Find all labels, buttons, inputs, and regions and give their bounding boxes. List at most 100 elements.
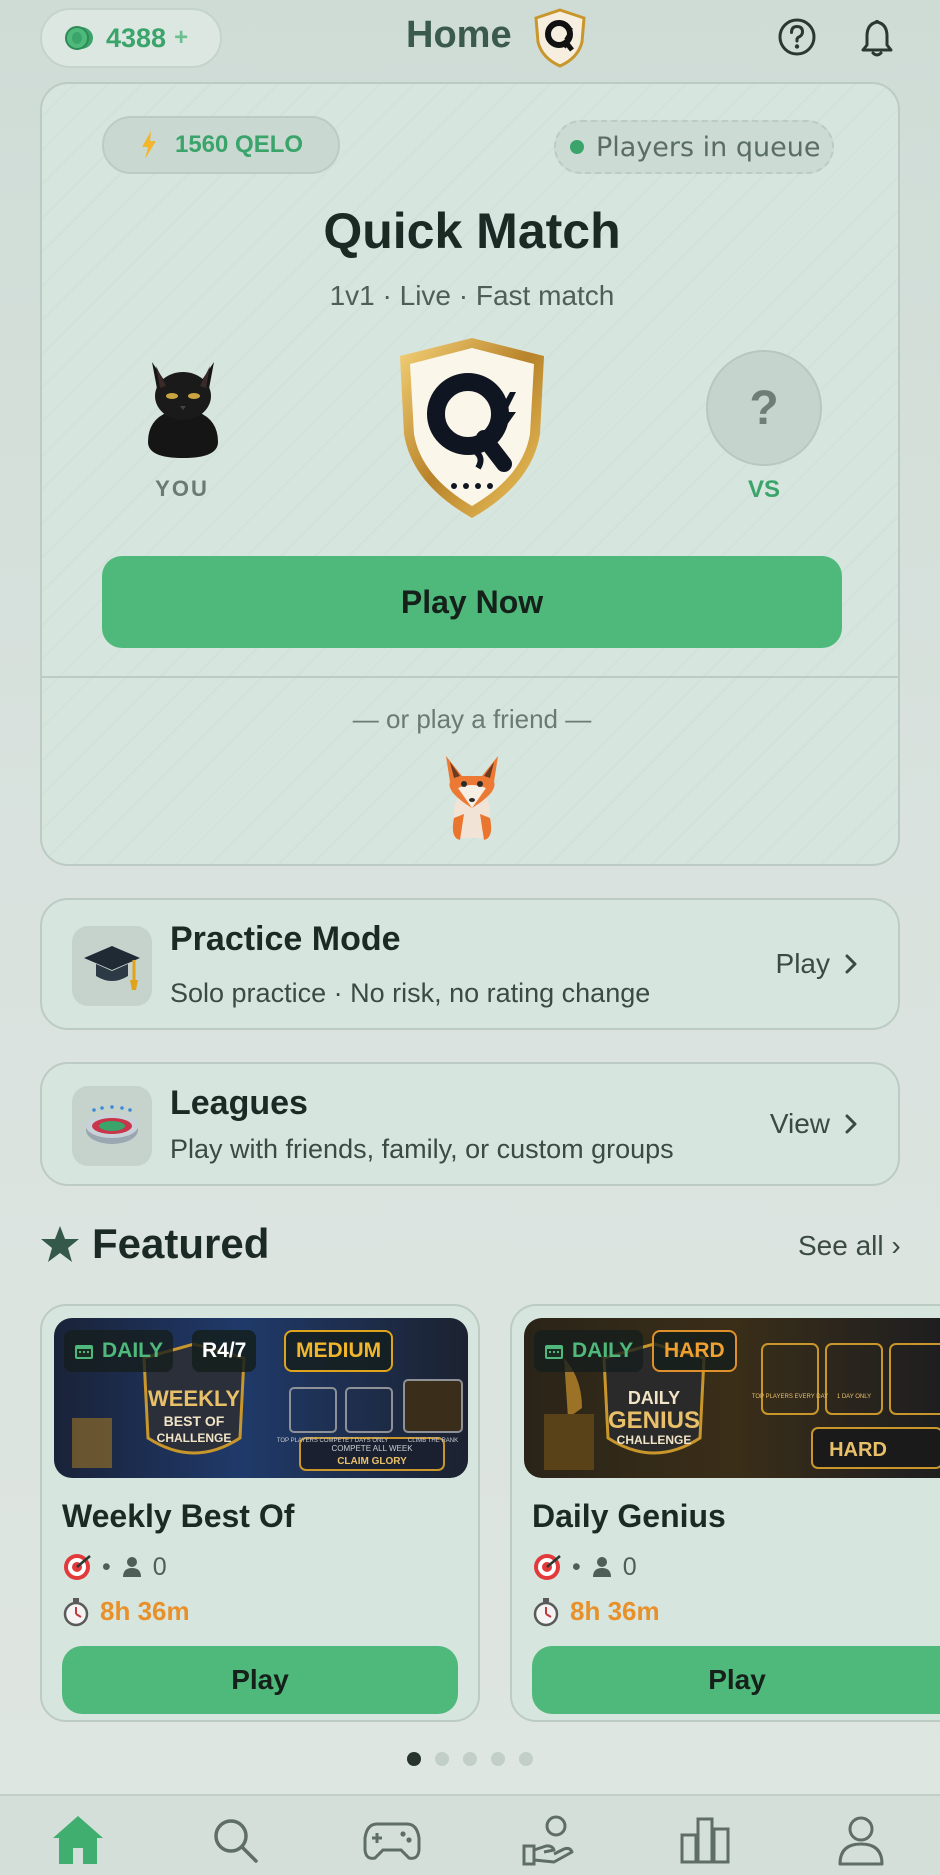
opponent-placeholder: ?: [706, 350, 822, 466]
player-avatar-cat[interactable]: [138, 350, 228, 460]
carousel-dot[interactable]: [435, 1752, 449, 1766]
coin-count: 4388: [106, 22, 167, 53]
practice-action-label: Play: [775, 948, 830, 979]
timer-value: 8h 36m: [100, 1596, 190, 1626]
target-icon: [534, 1554, 561, 1580]
queue-status-text: Players in queue: [596, 131, 821, 163]
daily-tag-label: DAILY: [572, 1339, 634, 1362]
practice-play-link[interactable]: Play: [776, 948, 858, 980]
bell-icon[interactable]: [856, 16, 898, 58]
coin-balance-button[interactable]: 4388 +: [40, 8, 222, 68]
banner-feat2: 1 DAY ONLY: [837, 1394, 871, 1400]
nav-games[interactable]: [362, 1810, 422, 1870]
banner-line3: CHALLENGE: [617, 1433, 692, 1447]
banner-feat1: TOP PLAYERS EVERY DAY: [752, 1394, 828, 1400]
stopwatch-icon: [533, 1597, 559, 1626]
chevron-right-icon: [845, 1114, 857, 1134]
banner-line1: WEEKLY: [148, 1386, 240, 1411]
banner-line3: CHALLENGE: [157, 1431, 232, 1445]
hand-coin-icon: [522, 1815, 574, 1866]
challenge-play-button[interactable]: Play: [62, 1646, 458, 1714]
round-tag: R4/7: [192, 1330, 257, 1372]
daily-tag: DAILY: [64, 1330, 174, 1372]
difficulty-tag: HARD: [652, 1330, 737, 1372]
target-icon: [64, 1554, 91, 1580]
carousel-dot[interactable]: [463, 1752, 477, 1766]
vs-label: VS: [747, 476, 780, 503]
practice-title: Practice Mode: [170, 920, 401, 958]
lightning-icon: [141, 131, 156, 159]
leagues-card[interactable]: Leagues Play with friends, family, or cu…: [40, 1062, 900, 1186]
home-icon: [53, 1816, 103, 1864]
star-icon: [41, 1226, 79, 1262]
challenge-name: Weekly Best Of: [62, 1498, 295, 1534]
add-coins-plus: +: [174, 24, 189, 51]
challenge-meta: • 0: [532, 1552, 637, 1582]
challenge-meta: • 0: [62, 1552, 167, 1582]
practice-icon-box: [72, 926, 152, 1006]
nav-home[interactable]: [48, 1810, 108, 1870]
challenge-name: Daily Genius: [532, 1498, 726, 1534]
challenge-banner: DAILY GENIUS CHALLENGE TOP PLAYERS EVERY…: [524, 1318, 940, 1478]
meta-separator: •: [102, 1552, 111, 1581]
top-bar: 4388 + Home: [0, 0, 940, 80]
quick-match-title: Quick Match: [323, 203, 621, 259]
banner-line2: BEST OF: [164, 1413, 225, 1429]
daily-tag: DAILY: [534, 1330, 644, 1372]
stopwatch-icon: [63, 1597, 89, 1626]
status-dot-icon: [570, 140, 584, 154]
carousel-dot[interactable]: [519, 1752, 533, 1766]
nav-profile[interactable]: [831, 1810, 891, 1870]
leagues-title: Leagues: [170, 1084, 308, 1122]
leagues-description: Play with friends, family, or custom gro…: [170, 1134, 674, 1164]
question-circle-icon[interactable]: [776, 16, 818, 58]
banner-badge: HARD: [829, 1439, 887, 1461]
profile-icon: [838, 1816, 884, 1866]
person-icon: [122, 1557, 141, 1577]
chevron-right-icon: [845, 954, 857, 974]
coin-icon: [65, 26, 93, 50]
leaderboard-icon: [680, 1817, 730, 1864]
featured-title: Featured: [92, 1220, 270, 1267]
leagues-icon-box: [72, 1086, 152, 1166]
carousel-dot[interactable]: [491, 1752, 505, 1766]
carousel-dot[interactable]: [407, 1752, 421, 1766]
carousel-pagination: [0, 1752, 940, 1766]
quick-match-logo-icon: [400, 338, 544, 518]
challenge-play-button[interactable]: Play: [532, 1646, 940, 1714]
challenge-timer: 8h 36m: [532, 1596, 660, 1627]
banner-claim-top: COMPETE ALL WEEK: [331, 1444, 413, 1453]
meta-separator: •: [572, 1552, 581, 1581]
featured-card-weekly[interactable]: WEEKLY BEST OF CHALLENGE TOP PLAYERS COM…: [40, 1304, 480, 1722]
gamepad-icon: [363, 1822, 421, 1860]
nav-search[interactable]: [205, 1810, 265, 1870]
you-label: YOU: [155, 476, 209, 501]
bottom-nav: [0, 1794, 940, 1875]
practice-mode-card[interactable]: Practice Mode Solo practice · No risk, n…: [40, 898, 900, 1030]
banner-feat3: CLIMB THE RANK: [408, 1438, 458, 1444]
rating-value: 1560 QELO: [174, 131, 304, 158]
friend-avatar-fox[interactable]: [440, 752, 504, 842]
leagues-view-link[interactable]: View: [770, 1108, 858, 1140]
queue-status-badge: Players in queue: [554, 120, 834, 174]
featured-heading: Featured: [40, 1220, 269, 1268]
nav-leaderboard[interactable]: [675, 1810, 735, 1870]
featured-card-daily-genius[interactable]: DAILY GENIUS CHALLENGE TOP PLAYERS EVERY…: [510, 1304, 940, 1722]
banner-line2: GENIUS: [608, 1407, 700, 1434]
rating-badge: 1560 QELO: [102, 116, 340, 174]
timer-value: 8h 36m: [570, 1596, 660, 1626]
nav-rewards[interactable]: [518, 1810, 578, 1870]
see-all-link[interactable]: See all ›: [798, 1230, 901, 1262]
player-count: 0: [152, 1552, 167, 1581]
daily-tag-label: DAILY: [102, 1339, 164, 1362]
challenge-banner: WEEKLY BEST OF CHALLENGE TOP PLAYERS COM…: [54, 1318, 468, 1478]
quick-match-card: 1560 QELO Players in queue Quick Match 1…: [40, 82, 900, 866]
difficulty-tag: MEDIUM: [284, 1330, 394, 1372]
play-friend-label: — or play a friend —: [352, 704, 592, 734]
leagues-action-label: View: [769, 1108, 830, 1139]
app-logo-icon: [534, 8, 586, 68]
play-now-button[interactable]: Play Now: [102, 556, 842, 648]
quick-match-subtitle: 1v1 · Live · Fast match: [329, 280, 615, 311]
practice-description: Solo practice · No risk, no rating chang…: [170, 978, 651, 1008]
divider: [42, 676, 898, 678]
